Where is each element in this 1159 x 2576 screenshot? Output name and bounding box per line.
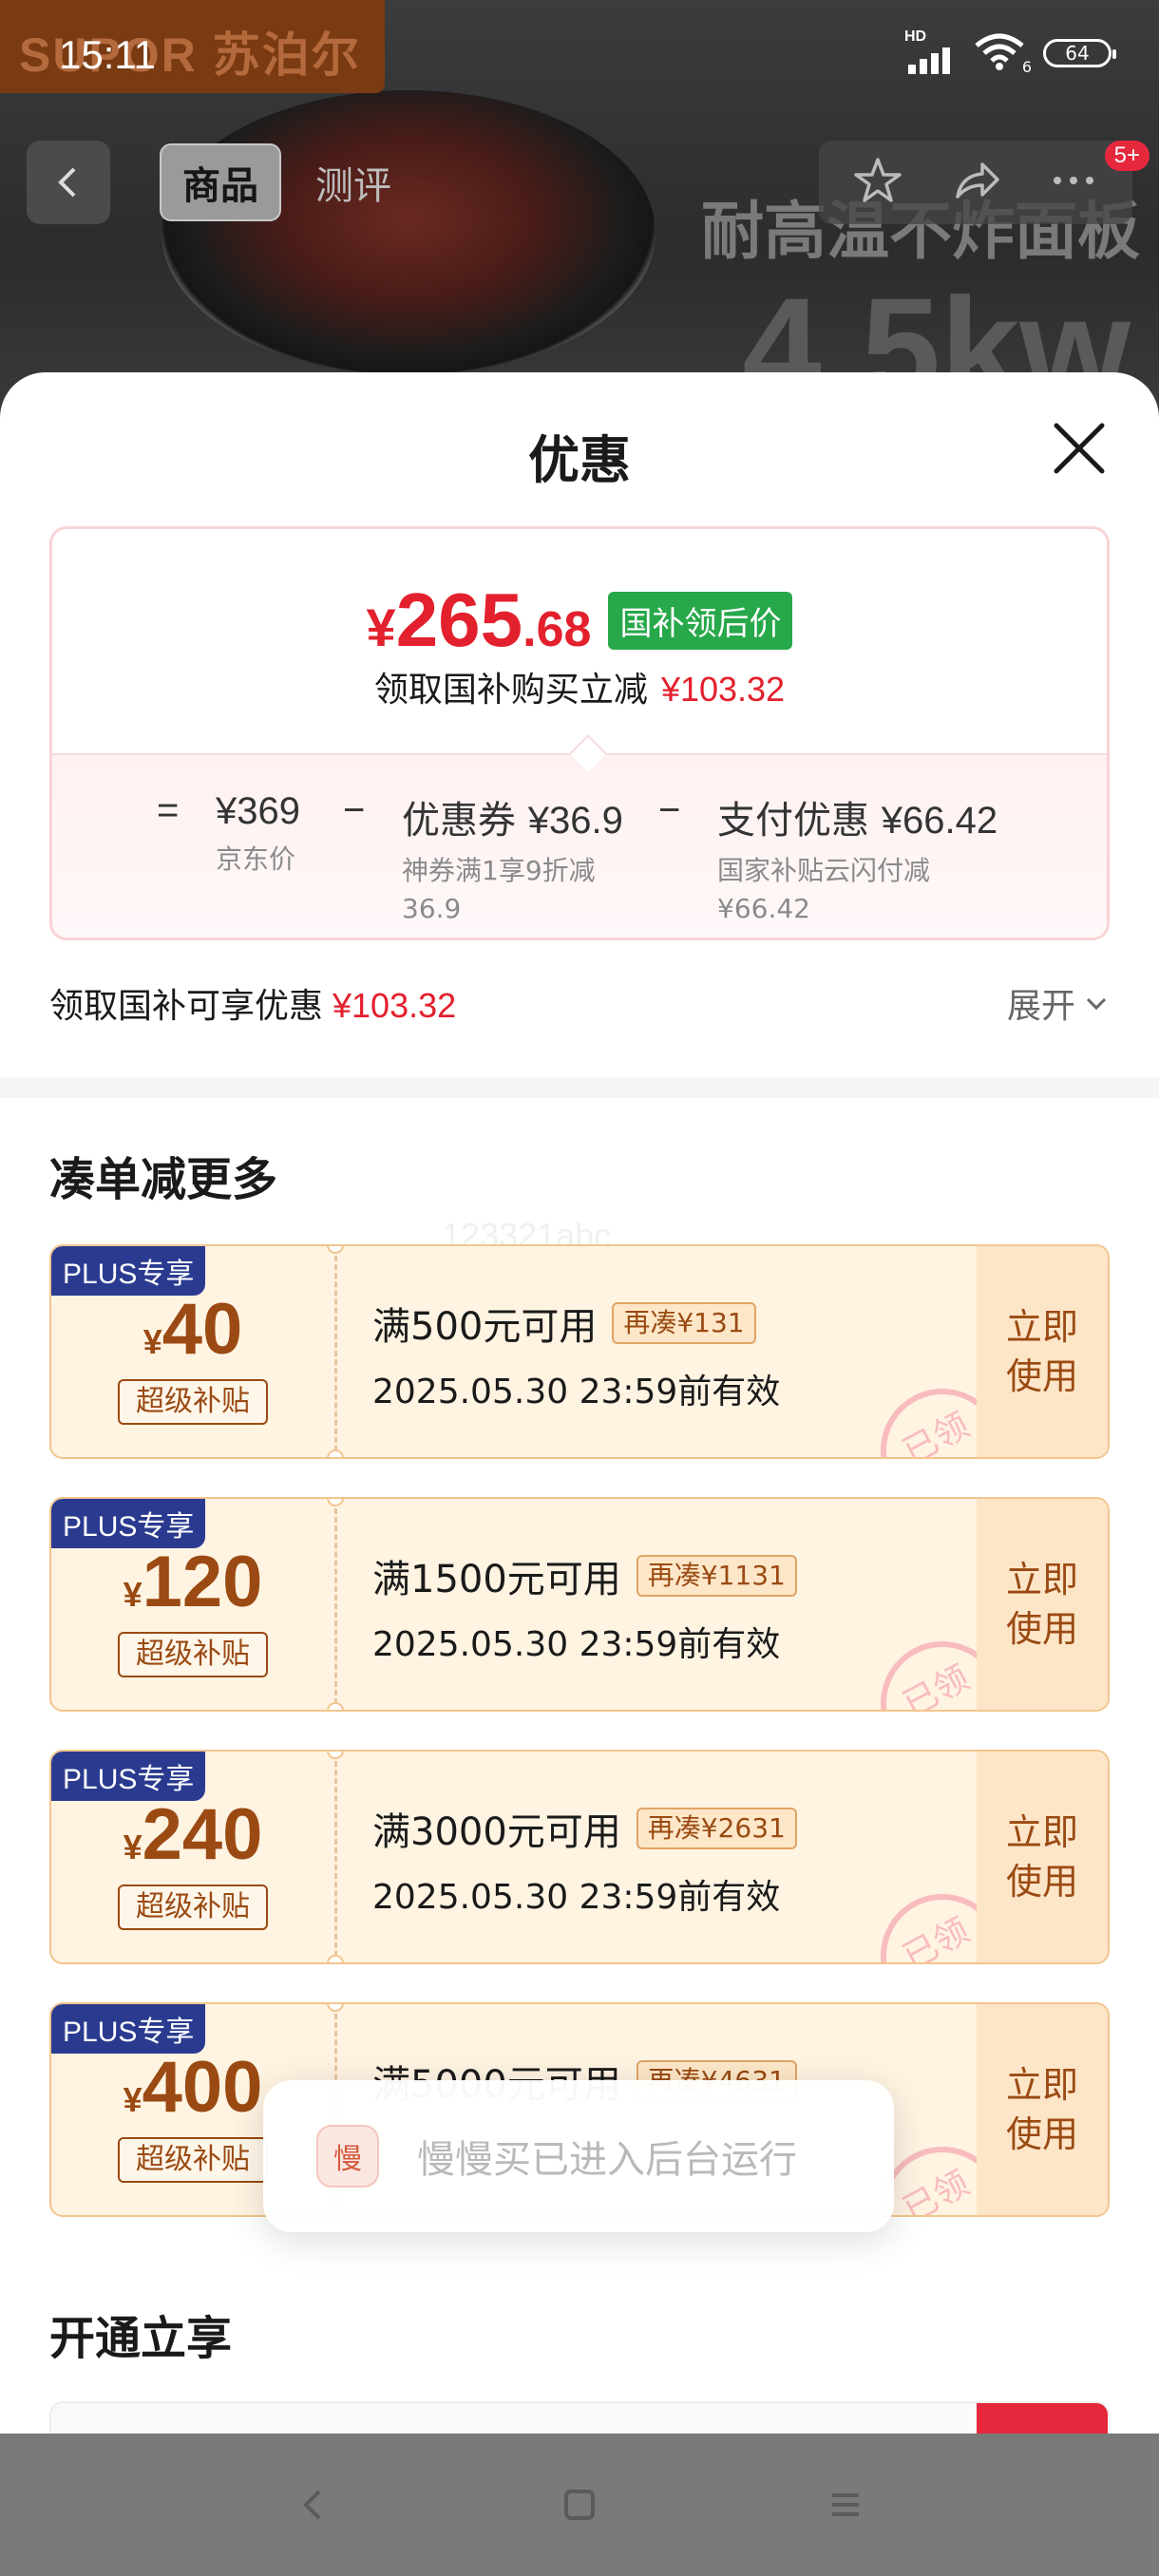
- coupon-expiry: 2025.05.30 23:59前有效: [372, 1373, 781, 1411]
- payment-label: 支付优惠: [717, 799, 869, 843]
- app-icon: 慢: [316, 2125, 379, 2188]
- use-now-button[interactable]: 立即使用: [977, 1752, 1108, 1962]
- coupon-amount: ¥120: [123, 1542, 263, 1622]
- star-icon[interactable]: [852, 155, 903, 210]
- use-now-button[interactable]: 立即使用: [977, 1499, 1108, 1710]
- coupon-card: PLUS专享 ¥120 超级补贴 满1500元可用 再凑¥1131 2025.05…: [49, 1497, 1110, 1712]
- expand-label: 展开: [1006, 987, 1075, 1026]
- coupon-amount: ¥40: [142, 1289, 243, 1370]
- coupon-condition: 满1500元可用: [372, 1558, 621, 1601]
- claim-amount: ¥103.32: [332, 986, 457, 1025]
- product-tabs: 商品 测评: [160, 141, 412, 224]
- use-now-button[interactable]: 立即使用: [977, 2004, 1108, 2215]
- network-type: HD: [904, 28, 927, 45]
- price-subtitle-label: 领取国补购买立减: [373, 671, 648, 710]
- chevron-down-icon: [1086, 997, 1107, 1011]
- minus-sign: −: [658, 789, 681, 831]
- price-subtitle: 领取国补购买立减 ¥103.32: [52, 662, 1107, 711]
- membership-card: [49, 2401, 1110, 2434]
- use-now-label: 立即使用: [1005, 1811, 1078, 1903]
- breakdown-jd-price: ¥369 京东价: [216, 789, 300, 879]
- coupon-value: ¥36.9: [527, 800, 623, 842]
- use-now-label: 立即使用: [1005, 2064, 1078, 2155]
- signal-icon: HD: [904, 28, 961, 74]
- coupon-condition: 满3000元可用: [372, 1810, 621, 1854]
- breakdown-coupon: 优惠券 ¥36.9 神券满1享9折减36.9: [402, 789, 630, 928]
- price-currency: ¥: [366, 597, 396, 657]
- use-now-label: 立即使用: [1005, 1559, 1078, 1650]
- use-now-button[interactable]: 立即使用: [977, 1246, 1108, 1457]
- notification-badge: 5+: [1104, 141, 1150, 171]
- home-square-icon: [564, 2490, 595, 2520]
- coupon-expiry: 2025.05.30 23:59前有效: [372, 1878, 781, 1917]
- price-subtitle-amount: ¥103.32: [660, 670, 786, 709]
- battery-icon: 64: [1043, 39, 1116, 67]
- nav-menu-button[interactable]: [817, 2476, 874, 2533]
- toast-message: 慢慢买已进入后台运行: [417, 2138, 797, 2182]
- super-subsidy-badge: 超级补贴: [118, 1885, 268, 1930]
- tab-product[interactable]: 商品: [160, 143, 281, 221]
- coupon-condition: 满500元可用: [372, 1305, 598, 1349]
- jd-price-value: ¥369: [216, 790, 300, 832]
- price-decimal: .68: [522, 602, 592, 657]
- background-toast: 慢 慢慢买已进入后台运行: [263, 2080, 894, 2232]
- coupon-card: PLUS专享 ¥40 超级补贴 满500元可用 再凑¥131 2025.05.30…: [49, 1244, 1110, 1459]
- section-title-more: 凑单减更多: [49, 1153, 278, 1206]
- battery-level: 64: [1065, 42, 1090, 65]
- sheet-title: 优惠: [528, 430, 631, 490]
- coupon-expiry: 2025.05.30 23:59前有效: [372, 1625, 781, 1664]
- membership-action[interactable]: [977, 2403, 1108, 2434]
- coupon-desc: 神券满1享9折减36.9: [402, 855, 596, 924]
- coupon-gap: 再凑¥131: [612, 1302, 756, 1344]
- close-icon: [1054, 423, 1105, 474]
- close-button[interactable]: [1049, 418, 1110, 479]
- coupon-gap: 再凑¥1131: [636, 1555, 797, 1597]
- status-time: 15:11: [59, 32, 156, 77]
- wifi-standard: 6: [1021, 58, 1032, 76]
- super-subsidy-badge: 超级补贴: [118, 1632, 268, 1677]
- chevron-left-icon: [58, 167, 76, 198]
- equals-sign: =: [157, 789, 180, 831]
- claim-summary: 领取国补可享优惠 ¥103.32: [49, 978, 456, 1028]
- price-integer: 265: [395, 578, 523, 662]
- coupon-gap: 再凑¥2631: [636, 1808, 797, 1849]
- subsidy-price-tag: 国补领后价: [608, 592, 793, 650]
- nav-back-button[interactable]: [285, 2476, 342, 2533]
- system-nav-bar: [0, 2434, 1159, 2576]
- use-now-label: 立即使用: [1005, 1306, 1078, 1397]
- claim-label: 领取国补可享优惠: [49, 987, 324, 1026]
- wifi-icon: 6: [975, 32, 1032, 76]
- jd-price-label: 京东价: [216, 843, 296, 875]
- coupon-amount: ¥240: [123, 1794, 263, 1875]
- section-title-open: 开通立享: [49, 2312, 233, 2365]
- final-price: ¥ 265 .68 国补领后价: [52, 577, 1107, 664]
- minus-sign: −: [343, 789, 366, 831]
- status-icons: HD 6 64: [904, 28, 1116, 76]
- expand-button[interactable]: 展开: [1007, 978, 1110, 1028]
- back-triangle-icon: [303, 2490, 321, 2520]
- payment-value: ¥66.42: [881, 800, 998, 842]
- share-icon[interactable]: [950, 155, 1001, 210]
- product-actions: [819, 141, 1132, 224]
- coupon-card: PLUS专享 ¥240 超级补贴 满3000元可用 再凑¥2631 2025.05…: [49, 1750, 1110, 1964]
- super-subsidy-badge: 超级补贴: [118, 2137, 268, 2183]
- more-icon[interactable]: [1048, 155, 1099, 210]
- breakdown-payment: 支付优惠 ¥66.42 国家补贴云闪付减¥66.42: [717, 789, 1002, 928]
- brand-banner: SUPOR 苏泊尔: [0, 0, 385, 93]
- price-breakdown: = ¥369 京东价 − 优惠券 ¥36.9 神券满1享9折减36.9 − 支付…: [52, 753, 1107, 938]
- back-button[interactable]: [27, 141, 110, 224]
- coupon-label: 优惠券: [402, 799, 516, 843]
- section-divider: [0, 1077, 1159, 1098]
- tab-review[interactable]: 测评: [294, 145, 412, 219]
- payment-desc: 国家补贴云闪付减¥66.42: [717, 855, 931, 924]
- super-subsidy-badge: 超级补贴: [118, 1379, 268, 1425]
- price-card: ¥ 265 .68 国补领后价 领取国补购买立减 ¥103.32 = ¥369 京…: [49, 526, 1110, 940]
- product-image-pan: [162, 90, 656, 375]
- menu-icon: [832, 2493, 859, 2516]
- nav-home-button[interactable]: [551, 2476, 608, 2533]
